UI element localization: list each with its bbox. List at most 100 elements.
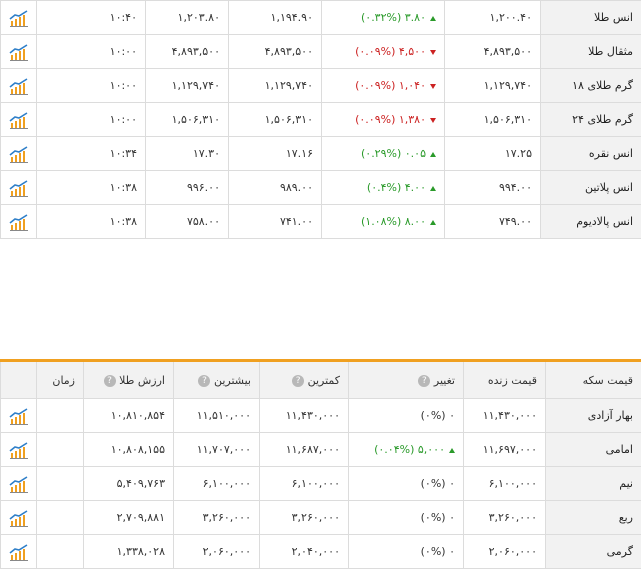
price-cell: ۱۱,۶۹۷,۰۰۰ [464, 433, 546, 467]
time-cell [37, 501, 84, 535]
price-cell: ۷۴۹.۰۰ [445, 205, 541, 239]
table-row[interactable]: انس نقره۱۷.۲۵۰.۰۵ (۰.۲۹%)۱۷.۱۶۱۷.۳۰۱۰:۳۴ [1, 137, 641, 171]
table-row[interactable]: امامی۱۱,۶۹۷,۰۰۰۵,۰۰۰ (۰.۰۴%)۱۱,۶۸۷,۰۰۰۱۱… [1, 433, 641, 467]
time-cell: ۱۰:۰۰ [37, 69, 146, 103]
arrow-down-icon [430, 118, 436, 123]
header-time: زمان [37, 361, 84, 399]
chart-trend-icon[interactable] [9, 179, 29, 197]
table-row[interactable]: گرمی۲,۰۶۰,۰۰۰۰ (۰%)۲,۰۴۰,۰۰۰۲,۰۶۰,۰۰۰۱,۳… [1, 535, 641, 569]
chart-cell[interactable] [1, 1, 37, 35]
chart-cell[interactable] [1, 467, 37, 501]
header-change: تغییر ? [349, 361, 464, 399]
row-name: نیم [546, 467, 641, 501]
time-cell: ۱۰:۴۰ [37, 1, 146, 35]
table-row[interactable]: بهار آزادی۱۱,۴۳۰,۰۰۰۰ (۰%)۱۱,۴۳۰,۰۰۰۱۱,۵… [1, 399, 641, 433]
help-icon[interactable]: ? [198, 375, 210, 387]
row-name: انس طلا [541, 1, 641, 35]
table-row[interactable]: انس پلاتین۹۹۴.۰۰۴.۰۰ (۰.۴%)۹۸۹.۰۰۹۹۶.۰۰۱… [1, 171, 641, 205]
coin-prices-table: قیمت سکه قیمت زنده تغییر ? کمترین ? بیشت… [0, 359, 641, 569]
chart-trend-icon[interactable] [9, 77, 29, 95]
chart-trend-icon[interactable] [9, 509, 29, 527]
high-cell: ۱,۵۰۶,۳۱۰ [146, 103, 229, 137]
price-cell: ۶,۱۰۰,۰۰۰ [464, 467, 546, 501]
price-cell: ۱,۲۰۰.۴۰ [445, 1, 541, 35]
high-cell: ۱,۲۰۳.۸۰ [146, 1, 229, 35]
table-row[interactable]: ربع۳,۲۶۰,۰۰۰۰ (۰%)۳,۲۶۰,۰۰۰۳,۲۶۰,۰۰۰۲,۷۰… [1, 501, 641, 535]
price-cell: ۲,۰۶۰,۰۰۰ [464, 535, 546, 569]
change-value: ۰.۰۵ (۰.۲۹%) [361, 147, 426, 160]
price-cell: ۳,۲۶۰,۰۰۰ [464, 501, 546, 535]
gold-value-cell: ۱۰,۸۰۸,۱۵۵ [84, 433, 174, 467]
chart-trend-icon[interactable] [9, 475, 29, 493]
chart-trend-icon[interactable] [9, 43, 29, 61]
row-name: مثقال طلا [541, 35, 641, 69]
time-cell [37, 467, 84, 501]
chart-trend-icon[interactable] [9, 441, 29, 459]
chart-trend-icon[interactable] [9, 9, 29, 27]
chart-trend-icon[interactable] [9, 213, 29, 231]
chart-trend-icon[interactable] [9, 543, 29, 561]
row-name: انس پلاتین [541, 171, 641, 205]
chart-cell[interactable] [1, 501, 37, 535]
row-name: امامی [546, 433, 641, 467]
chart-cell[interactable] [1, 35, 37, 69]
change-value: ۴,۵۰۰ (۰.۰۹%) [355, 45, 426, 58]
coin-table-header: قیمت سکه قیمت زنده تغییر ? کمترین ? بیشت… [1, 361, 641, 399]
time-cell [37, 535, 84, 569]
chart-trend-icon[interactable] [9, 145, 29, 163]
table-row[interactable]: مثقال طلا۴,۸۹۳,۵۰۰۴,۵۰۰ (۰.۰۹%)۴,۸۹۳,۵۰۰… [1, 35, 641, 69]
low-cell: ۷۴۱.۰۰ [229, 205, 322, 239]
row-name: انس نقره [541, 137, 641, 171]
arrow-down-icon [430, 50, 436, 55]
chart-cell[interactable] [1, 399, 37, 433]
chart-cell[interactable] [1, 137, 37, 171]
chart-cell[interactable] [1, 433, 37, 467]
change-cell: ۵,۰۰۰ (۰.۰۴%) [349, 433, 464, 467]
price-cell: ۹۹۴.۰۰ [445, 171, 541, 205]
change-cell: ۰ (۰%) [349, 399, 464, 433]
price-cell: ۱۷.۲۵ [445, 137, 541, 171]
change-cell: ۳.۸۰ (۰.۳۲%) [322, 1, 445, 35]
change-value: ۴.۰۰ (۰.۴%) [367, 181, 426, 194]
high-cell: ۲,۰۶۰,۰۰۰ [174, 535, 260, 569]
change-value: ۱,۳۸۰ (۰.۰۹%) [355, 113, 426, 126]
chart-cell[interactable] [1, 171, 37, 205]
high-cell: ۱۱,۷۰۷,۰۰۰ [174, 433, 260, 467]
chart-cell[interactable] [1, 103, 37, 137]
change-cell: ۱,۰۴۰ (۰.۰۹%) [322, 69, 445, 103]
chart-trend-icon[interactable] [9, 407, 29, 425]
table-row[interactable]: گرم طلای ۱۸۱,۱۲۹,۷۴۰۱,۰۴۰ (۰.۰۹%)۱,۱۲۹,۷… [1, 69, 641, 103]
row-name: گرمی [546, 535, 641, 569]
price-cell: ۴,۸۹۳,۵۰۰ [445, 35, 541, 69]
high-cell: ۱,۱۲۹,۷۴۰ [146, 69, 229, 103]
price-cell: ۱,۱۲۹,۷۴۰ [445, 69, 541, 103]
gold-value-cell: ۱,۳۳۸,۰۲۸ [84, 535, 174, 569]
high-cell: ۱۷.۳۰ [146, 137, 229, 171]
table-row[interactable]: گرم طلای ۲۴۱,۵۰۶,۳۱۰۱,۳۸۰ (۰.۰۹%)۱,۵۰۶,۳… [1, 103, 641, 137]
low-cell: ۶,۱۰۰,۰۰۰ [260, 467, 349, 501]
low-cell: ۱,۱۲۹,۷۴۰ [229, 69, 322, 103]
chart-cell[interactable] [1, 69, 37, 103]
time-cell: ۱۰:۳۸ [37, 171, 146, 205]
row-name: گرم طلای ۲۴ [541, 103, 641, 137]
table-row[interactable]: نیم۶,۱۰۰,۰۰۰۰ (۰%)۶,۱۰۰,۰۰۰۶,۱۰۰,۰۰۰۵,۴۰… [1, 467, 641, 501]
help-icon[interactable]: ? [292, 375, 304, 387]
change-cell: ۰ (۰%) [349, 501, 464, 535]
arrow-up-icon [430, 186, 436, 191]
help-icon[interactable]: ? [418, 375, 430, 387]
gold-prices-table: انس طلا۱,۲۰۰.۴۰۳.۸۰ (۰.۳۲%)۱,۱۹۴.۹۰۱,۲۰۳… [0, 0, 641, 239]
table-row[interactable]: انس پالادیوم۷۴۹.۰۰۸.۰۰ (۱.۰۸%)۷۴۱.۰۰۷۵۸.… [1, 205, 641, 239]
header-low: کمترین ? [260, 361, 349, 399]
chart-trend-icon[interactable] [9, 111, 29, 129]
help-icon[interactable]: ? [104, 375, 116, 387]
high-cell: ۳,۲۶۰,۰۰۰ [174, 501, 260, 535]
change-value: ۱,۰۴۰ (۰.۰۹%) [355, 79, 426, 92]
time-cell: ۱۰:۳۴ [37, 137, 146, 171]
change-value: ۰ (۰%) [421, 545, 455, 558]
change-value: ۰ (۰%) [421, 409, 455, 422]
table-row[interactable]: انس طلا۱,۲۰۰.۴۰۳.۸۰ (۰.۳۲%)۱,۱۹۴.۹۰۱,۲۰۳… [1, 1, 641, 35]
chart-cell[interactable] [1, 535, 37, 569]
price-cell: ۱,۵۰۶,۳۱۰ [445, 103, 541, 137]
row-name: انس پالادیوم [541, 205, 641, 239]
chart-cell[interactable] [1, 205, 37, 239]
